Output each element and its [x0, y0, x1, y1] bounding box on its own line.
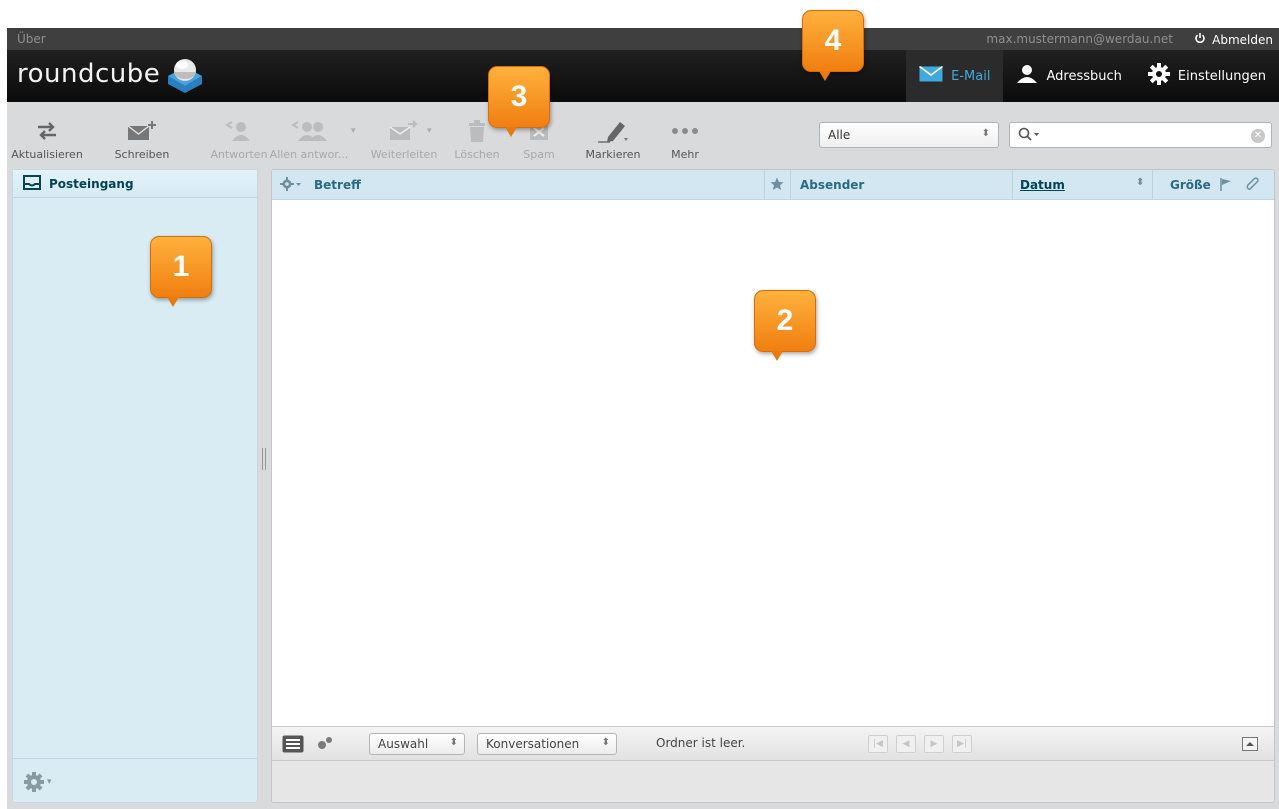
- toolbar: Aktualisieren Schreiben Antworten Allen …: [7, 102, 1279, 166]
- threads-menu-label: Konversationen: [486, 737, 580, 751]
- attachment-icon[interactable]: [1246, 177, 1260, 194]
- message-list: Betreff Absender Datum ⬍ Größe Auswahl ⬍…: [271, 169, 1275, 803]
- gear-icon: [280, 177, 301, 191]
- compose-label: Schreiben: [114, 148, 170, 161]
- task-settings-label: Einstellungen: [1177, 68, 1266, 84]
- select-arrows-icon: ⬍: [981, 128, 990, 139]
- header: roundcube E-Mail Adressbuch Einstellunge…: [7, 50, 1279, 102]
- search-icon[interactable]: [1018, 127, 1040, 145]
- status-bar: [272, 760, 1274, 802]
- search-box[interactable]: ✕: [1009, 122, 1272, 148]
- task-mail[interactable]: E-Mail: [906, 50, 1004, 102]
- gear-icon: [24, 772, 44, 792]
- more-button[interactable]: Mehr: [663, 114, 707, 164]
- forward-dropdown-icon[interactable]: ▾: [427, 126, 432, 136]
- next-page-icon[interactable]: ▶: [924, 735, 944, 753]
- refresh-label: Aktualisieren: [11, 148, 83, 161]
- reply-label: Antworten: [210, 148, 268, 161]
- logout-link[interactable]: Abmelden: [1194, 32, 1273, 47]
- first-page-icon[interactable]: |◀: [868, 735, 888, 753]
- callout-badge-3: 3: [488, 66, 550, 137]
- refresh-button[interactable]: Aktualisieren: [7, 114, 87, 164]
- forward-icon: [389, 114, 419, 148]
- filter-value: Alle: [828, 128, 851, 142]
- reply-icon: [224, 114, 254, 148]
- column-subject[interactable]: Betreff: [314, 178, 361, 192]
- column-flag-star-icon[interactable]: [770, 177, 784, 194]
- chevron-down-icon: ▾: [47, 777, 52, 787]
- compose-button[interactable]: Schreiben: [111, 114, 173, 164]
- more-label: Mehr: [671, 148, 699, 161]
- task-addressbook[interactable]: Adressbuch: [1003, 50, 1134, 102]
- column-size[interactable]: Größe: [1170, 178, 1211, 192]
- logout-label: Abmelden: [1212, 32, 1273, 47]
- folder-panel: Posteingang ▾: [12, 169, 258, 803]
- list-view-icon[interactable]: [282, 735, 304, 757]
- compose-icon: [127, 114, 157, 148]
- trash-icon: [467, 114, 487, 148]
- folder-panel-footer: ▾: [13, 758, 257, 802]
- list-status-text: Ordner ist leer.: [656, 736, 746, 750]
- forward-label: Weiterleiten: [370, 148, 438, 161]
- panel-splitter[interactable]: [262, 448, 266, 470]
- taskbar: E-Mail Adressbuch Einstellungen: [906, 50, 1279, 102]
- power-icon: [1194, 32, 1206, 47]
- filter-select[interactable]: Alle ⬍: [819, 122, 999, 148]
- select-arrows-icon: ⬍: [449, 737, 458, 748]
- more-icon: [670, 114, 700, 148]
- select-arrows-icon: ⬍: [601, 737, 610, 748]
- logo[interactable]: roundcube: [17, 54, 206, 94]
- folder-item-inbox[interactable]: Posteingang: [13, 170, 257, 198]
- prev-page-icon[interactable]: ◀: [896, 735, 916, 753]
- threads-icon[interactable]: [316, 735, 334, 755]
- roundcube-window: Über max.mustermann@werdau.net Abmelden …: [7, 28, 1279, 809]
- folder-item-label: Posteingang: [49, 176, 134, 191]
- envelope-icon: [919, 65, 944, 86]
- inbox-icon: [23, 174, 41, 193]
- delete-label: Löschen: [454, 148, 500, 161]
- sort-arrows-icon: ⬍: [1136, 177, 1145, 188]
- reply-all-button[interactable]: Allen antwor...: [269, 114, 349, 164]
- reply-all-icon: [290, 114, 328, 148]
- last-page-icon[interactable]: ▶|: [952, 735, 972, 753]
- toggle-preview-icon[interactable]: [1242, 736, 1258, 755]
- username: max.mustermann@werdau.net: [986, 32, 1173, 46]
- reply-button[interactable]: Antworten: [210, 114, 268, 164]
- select-menu-label: Auswahl: [378, 737, 429, 751]
- task-settings[interactable]: Einstellungen: [1135, 50, 1279, 102]
- about-link[interactable]: Über: [17, 32, 46, 46]
- callout-badge-4: 4: [802, 10, 864, 81]
- callout-badge-2: 2: [754, 290, 816, 361]
- select-menu[interactable]: Auswahl ⬍: [369, 733, 465, 755]
- spam-label: Spam: [523, 148, 555, 161]
- callout-badge-1: 1: [150, 236, 212, 307]
- list-options-button[interactable]: [280, 177, 302, 194]
- folder-actions-button[interactable]: ▾: [23, 771, 52, 793]
- gear-icon: [1147, 63, 1170, 89]
- mark-label: Markieren: [585, 148, 641, 161]
- column-from[interactable]: Absender: [800, 178, 864, 192]
- message-list-header: Betreff Absender Datum ⬍ Größe: [272, 170, 1274, 200]
- threads-menu[interactable]: Konversationen ⬍: [477, 733, 617, 755]
- mark-button[interactable]: Markieren: [581, 114, 645, 164]
- task-mail-label: E-Mail: [951, 68, 991, 84]
- column-date[interactable]: Datum: [1020, 178, 1065, 192]
- person-icon: [1016, 65, 1038, 87]
- refresh-icon: [36, 114, 58, 148]
- task-addressbook-label: Adressbuch: [1046, 68, 1122, 84]
- flag-icon[interactable]: [1220, 178, 1232, 194]
- reply-all-dropdown-icon[interactable]: ▾: [351, 126, 356, 136]
- forward-button[interactable]: Weiterleiten: [367, 114, 441, 164]
- pen-icon: [596, 114, 630, 148]
- reply-all-label: Allen antwor...: [269, 148, 349, 161]
- top-line: Über max.mustermann@werdau.net Abmelden: [7, 28, 1279, 50]
- logo-text: roundcube: [17, 59, 161, 89]
- message-list-footer: Auswahl ⬍ Konversationen ⬍ Ordner ist le…: [272, 726, 1274, 760]
- logo-icon: [168, 59, 203, 93]
- clear-search-icon[interactable]: ✕: [1251, 129, 1265, 143]
